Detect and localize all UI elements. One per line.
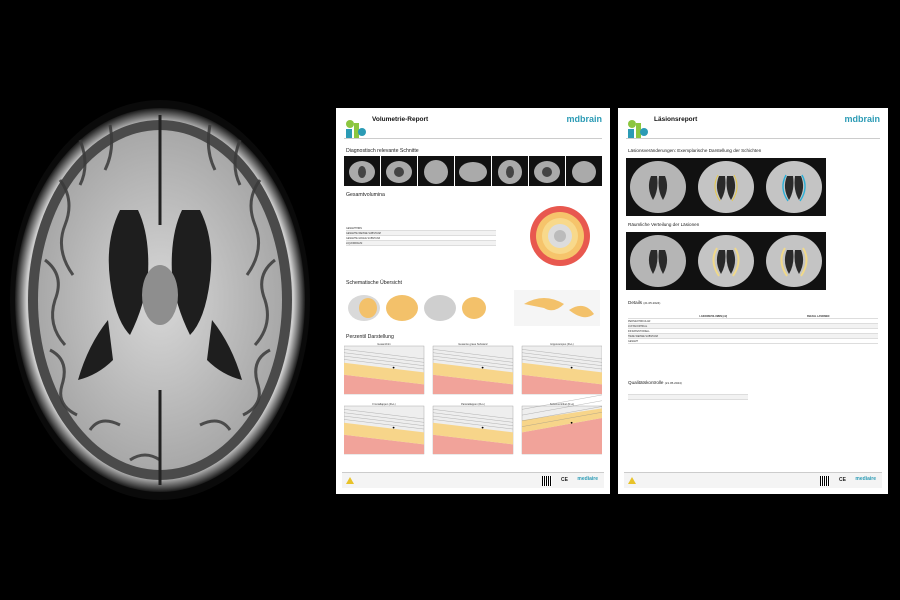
ce-mark-icon: CE	[839, 477, 846, 483]
ce-mark-icon: CE	[561, 477, 568, 483]
mri-axial-brain-scan	[10, 100, 310, 500]
percentile-chart: Hippocampus (R+L)	[521, 342, 602, 395]
chart-title: Parietallappen (R+L)	[461, 402, 485, 406]
brand-name: mdbrain	[566, 114, 602, 124]
table-row: GESAMT	[628, 339, 878, 344]
volumetrie-report-page: Volumetrie-Report mdbrain Diagnostisch r…	[336, 108, 610, 494]
report-footer: CE mediaire	[342, 472, 604, 488]
section-verteilung: Räumliche Verteilung der Läsionen	[628, 222, 700, 227]
table-row: LIQUORRAUM	[346, 241, 496, 246]
patient-point	[392, 426, 395, 429]
mdbrain-logo-icon	[628, 120, 648, 138]
warning-icon	[628, 477, 636, 484]
schematic-brains	[348, 290, 600, 326]
lesion-slice-panel	[626, 158, 826, 216]
chart-title: Seitenventrikel (R+L)	[550, 402, 574, 406]
percentile-chart: Parietallappen (R+L)	[432, 402, 514, 455]
mdbrain-logo-icon	[346, 120, 366, 138]
report-title: Volumetrie-Report	[372, 116, 429, 123]
patient-point	[392, 366, 395, 369]
patient-point	[481, 426, 484, 429]
brand-name: mdbrain	[844, 114, 880, 124]
divider	[344, 138, 602, 139]
quality-table	[628, 390, 748, 400]
slice-thumbnails	[344, 156, 602, 186]
patient-point	[570, 421, 573, 424]
footer-brand: mediaire	[577, 476, 598, 482]
lesion-table: LÄSIONSVOLUMEN [ml] ANZAHL LÄSIONEN PERIV…	[628, 314, 878, 344]
section-details: Details (21.05.2024)	[628, 300, 661, 305]
report-footer: CE mediaire	[624, 472, 882, 488]
section-schema: Schematische Übersicht	[346, 280, 402, 286]
qr-code-icon	[542, 476, 552, 486]
section-perzentil: Perzentil Darstellung	[346, 334, 394, 340]
laesions-report-page: Läsionsreport mdbrain Läsionsveränderung…	[618, 108, 888, 494]
percentile-charts: Gesamthirn Gesamte graue Substanz Hippocam…	[344, 342, 602, 455]
section-schnitte: Diagnostisch relevante Schnitte	[346, 148, 419, 154]
patient-point	[570, 366, 573, 369]
section-veraenderungen: Läsionsveränderungen: Exemplarische Dars…	[628, 148, 762, 153]
percentile-chart: Gesamthirn	[344, 342, 425, 395]
sunburst-diagram	[530, 206, 590, 266]
chart-title: Gesamte graue Substanz	[458, 342, 488, 346]
table-row	[628, 395, 748, 400]
section-qualitaet: Qualitätskontrolle (21.05.2024)	[628, 380, 682, 385]
composite-image: Volumetrie-Report mdbrain Diagnostisch r…	[0, 0, 900, 600]
divider	[626, 138, 880, 139]
patient-point	[481, 366, 484, 369]
footer-brand: mediaire	[855, 476, 876, 482]
qr-code-icon	[820, 476, 830, 486]
report-title: Läsionsreport	[654, 116, 698, 123]
percentile-chart: Seitenventrikel (R+L)	[521, 394, 602, 455]
section-gesamt: Gesamtvolumina	[346, 192, 385, 198]
percentile-chart: Frontallappen (R+L)	[344, 402, 425, 455]
chart-title: Gesamthirn	[377, 342, 391, 346]
chart-title: Hippocampus (R+L)	[550, 342, 573, 346]
chart-title: Frontallappen (R+L)	[372, 402, 395, 406]
warning-icon	[346, 477, 354, 484]
percentile-chart: Gesamte graue Substanz	[432, 342, 514, 395]
volume-table: GESAMTHIRN GESAMTE WEISSE SUBSTANZ GESAM…	[346, 226, 496, 246]
lesion-distribution-panel	[626, 232, 826, 290]
